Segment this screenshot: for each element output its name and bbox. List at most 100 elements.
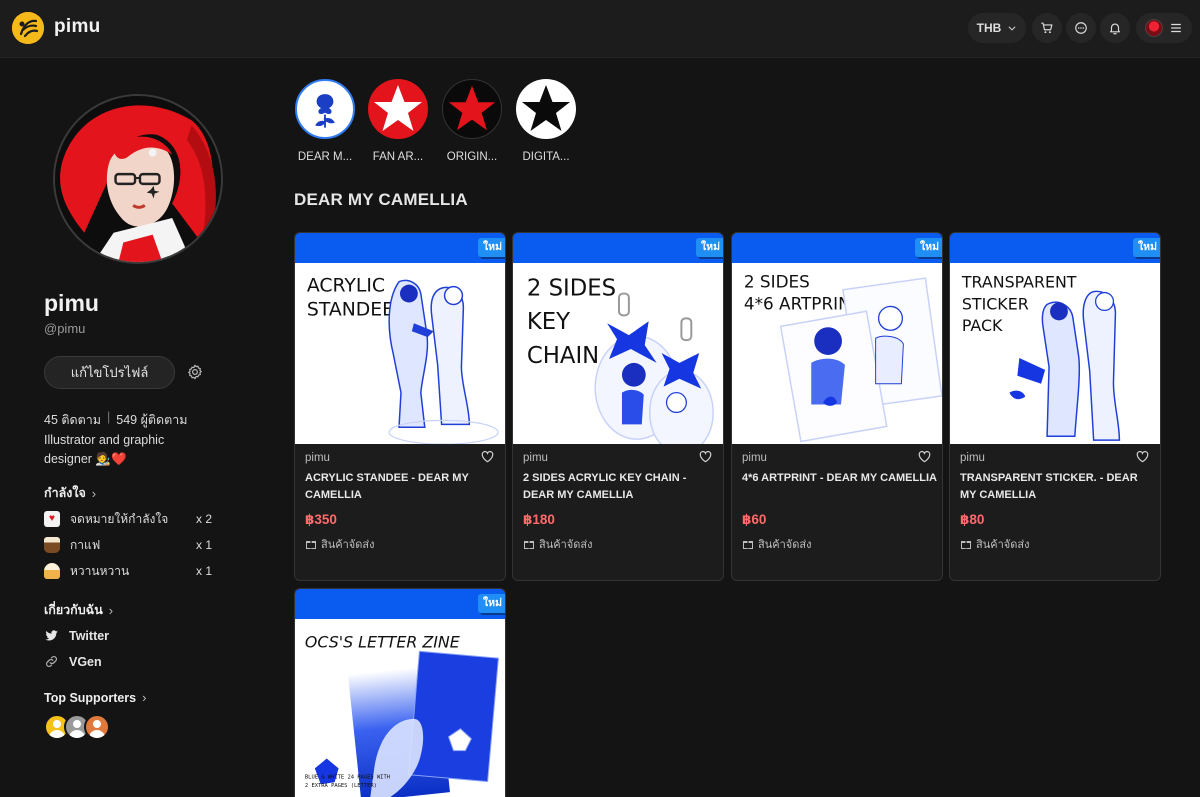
- about-section-header[interactable]: เกี่ยวกับฉัน ›: [44, 600, 113, 620]
- follow-stats: 45 ติดตาม | 549 ผู้ติดตาม: [44, 410, 188, 430]
- chevron-down-icon: [1008, 26, 1016, 31]
- seller-name[interactable]: pimu: [305, 452, 330, 464]
- card-banner: [513, 233, 723, 263]
- top-supporters-title: Top Supporters: [44, 690, 137, 705]
- product-card[interactable]: ใหม่ 2 SIDES KEY CHAIN pimu 2 SIDES ACRY…: [512, 232, 724, 581]
- collection-original[interactable]: ORIGIN...: [441, 79, 503, 163]
- collection-thumbnail: [295, 79, 355, 139]
- new-badge: ใหม่: [478, 594, 505, 613]
- seller-name[interactable]: pimu: [742, 452, 767, 464]
- collection-label: DIGITA...: [522, 151, 570, 163]
- collection-thumbnail: [516, 79, 576, 139]
- product-title[interactable]: ACRYLIC STANDEE - DEAR MY CAMELLIA: [305, 470, 501, 504]
- chevron-right-icon: ›: [108, 602, 114, 618]
- seller-name[interactable]: pimu: [960, 452, 985, 464]
- coffee-icon: [44, 537, 60, 553]
- chevron-right-icon: ›: [142, 690, 147, 705]
- art-text: 2 EXTRA PAGES (LETTER): [305, 783, 377, 789]
- product-card[interactable]: ใหม่ OCS'S LETTER ZINE BLUE & WHITE 24 P…: [294, 588, 506, 797]
- support-title: กำลังใจ: [44, 486, 86, 500]
- collection-thumbnail: [442, 79, 502, 139]
- link-label: VGen: [69, 654, 102, 669]
- collection-label: DEAR M...: [297, 151, 353, 163]
- profile-bio: Illustrator and graphic designer 🧑‍🎨❤️: [44, 433, 165, 466]
- card-banner: [295, 589, 505, 619]
- shipping-label: สินค้าจัดส่ง: [758, 539, 812, 551]
- followers-count[interactable]: 549 ผู้ติดตาม: [116, 410, 187, 430]
- collection-thumbnail: [368, 79, 428, 139]
- art-text: PACK: [962, 316, 1003, 335]
- support-item-count: x 1: [195, 538, 212, 552]
- art-text: 2 SIDES: [744, 272, 810, 292]
- support-item-count: x 1: [195, 564, 212, 578]
- art-text: CHAIN: [527, 343, 599, 369]
- currency-selector[interactable]: THB: [968, 13, 1026, 43]
- shipping-label: สินค้าจัดส่ง: [321, 539, 375, 551]
- art-text: KEY: [527, 309, 570, 335]
- product-title[interactable]: 2 SIDES ACRYLIC KEY CHAIN - DEAR MY CAME…: [523, 470, 719, 504]
- product-image: 2 SIDES KEY CHAIN: [513, 263, 723, 444]
- chevron-right-icon: ›: [91, 485, 97, 501]
- new-badge: ใหม่: [915, 238, 942, 257]
- collection-digital[interactable]: DIGITA...: [515, 79, 577, 163]
- following-count[interactable]: 45 ติดตาม: [44, 410, 101, 430]
- heart-icon[interactable]: [917, 449, 932, 464]
- product-image: OCS'S LETTER ZINE BLUE & WHITE 24 PAGES …: [295, 619, 505, 797]
- edit-profile-button[interactable]: แก้ไขโปรไฟล์: [44, 356, 175, 389]
- product-price: ฿180: [523, 512, 555, 527]
- product-title[interactable]: 4*6 ARTPRINT - DEAR MY CAMELLIA: [742, 470, 938, 487]
- product-card[interactable]: ใหม่ ACRYLIC STANDEE pimu ACRYLIC STANDE…: [294, 232, 506, 581]
- user-menu-button[interactable]: [1136, 13, 1192, 43]
- support-section-header[interactable]: กำลังใจ ›: [44, 483, 96, 503]
- card-banner: [950, 233, 1160, 263]
- brand-name[interactable]: pimu: [54, 16, 101, 38]
- shipping-info: สินค้าจัดส่ง: [960, 535, 1029, 553]
- twitter-icon: [45, 630, 58, 641]
- vgen-link[interactable]: VGen: [44, 654, 102, 669]
- new-badge: ใหม่: [696, 238, 723, 257]
- cart-icon: [1041, 22, 1053, 34]
- product-title[interactable]: TRANSPARENT STICKER. - DEAR MY CAMELLIA: [960, 470, 1156, 504]
- chat-button[interactable]: [1066, 13, 1096, 43]
- product-card[interactable]: ใหม่ TRANSPARENT STICKER PACK pimu TRANS…: [949, 232, 1161, 581]
- heart-icon[interactable]: [1135, 449, 1150, 464]
- seller-name[interactable]: pimu: [523, 452, 548, 464]
- product-image: TRANSPARENT STICKER PACK: [950, 263, 1160, 444]
- product-image: ACRYLIC STANDEE: [295, 263, 505, 444]
- about-title: เกี่ยวกับฉัน: [44, 603, 103, 617]
- collection-label: ORIGIN...: [446, 151, 498, 163]
- support-item-label: จดหมายให้กำลังใจ: [70, 511, 169, 526]
- profile-name: pimu: [44, 290, 99, 316]
- link-label: Twitter: [69, 628, 110, 643]
- shipping-label: สินค้าจัดส่ง: [539, 539, 593, 551]
- link-icon: [46, 656, 57, 667]
- twitter-link[interactable]: Twitter: [44, 628, 109, 643]
- profile-avatar: [53, 94, 223, 264]
- supporter-avatar[interactable]: [84, 714, 110, 740]
- shipping-info: สินค้าจัดส่ง: [523, 535, 592, 553]
- heart-icon[interactable]: [480, 449, 495, 464]
- product-price: ฿60: [742, 512, 767, 527]
- collection-dear-my-camellia[interactable]: DEAR M...: [294, 79, 356, 163]
- star-icon: [522, 85, 570, 131]
- gear-icon[interactable]: [186, 363, 204, 381]
- art-text: OCS'S LETTER ZINE: [305, 633, 460, 652]
- cart-button[interactable]: [1032, 13, 1062, 43]
- user-avatar: [1145, 19, 1163, 37]
- product-card[interactable]: ใหม่ 2 SIDES 4*6 ARTPRINT pimu 4*6 ARTPR…: [731, 232, 943, 581]
- pimu-logo-icon[interactable]: [12, 12, 44, 44]
- product-price: ฿80: [960, 512, 985, 527]
- collection-fan-art[interactable]: FAN AR...: [367, 79, 429, 163]
- top-supporters-list: [44, 714, 110, 740]
- notifications-button[interactable]: [1100, 13, 1130, 43]
- top-supporters-header[interactable]: Top Supporters ›: [44, 690, 146, 705]
- art-text: STICKER: [962, 294, 1029, 313]
- card-banner: [295, 233, 505, 263]
- shipping-label: สินค้าจัดส่ง: [976, 539, 1030, 551]
- art-text: ACRYLIC: [307, 276, 385, 297]
- art-text: 2 SIDES: [527, 276, 616, 302]
- support-item-label: กาแฟ: [70, 537, 101, 552]
- chat-icon: [1075, 22, 1087, 34]
- heart-icon[interactable]: [698, 449, 713, 464]
- shipping-info: สินค้าจัดส่ง: [742, 535, 811, 553]
